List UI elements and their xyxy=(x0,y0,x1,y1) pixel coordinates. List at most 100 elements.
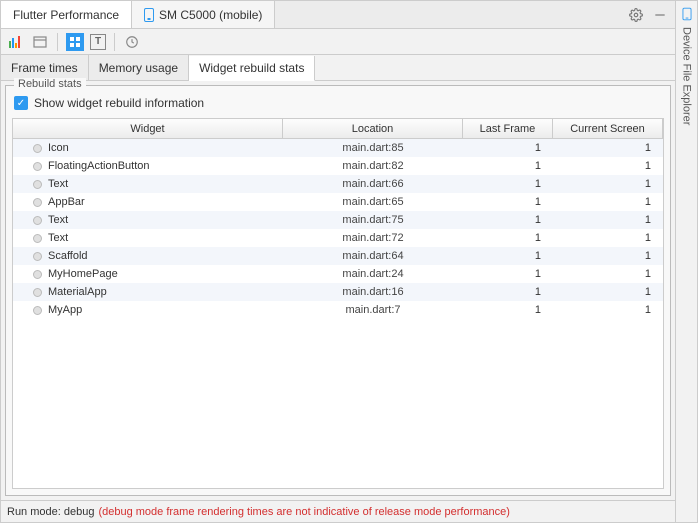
bullet-icon xyxy=(33,180,42,189)
tab-widget-rebuild-stats[interactable]: Widget rebuild stats xyxy=(189,56,315,81)
text-overlay-icon[interactable]: T xyxy=(90,34,106,50)
cell-current-screen: 1 xyxy=(553,142,663,154)
separator xyxy=(57,33,58,51)
table-row[interactable]: MyAppmain.dart:711 xyxy=(13,301,663,319)
table-row[interactable]: MaterialAppmain.dart:1611 xyxy=(13,283,663,301)
highlight-grid-icon[interactable] xyxy=(66,33,84,51)
fieldset-legend: Rebuild stats xyxy=(14,78,86,90)
tab-flutter-performance[interactable]: Flutter Performance xyxy=(1,1,132,28)
cell-current-screen: 1 xyxy=(553,286,663,298)
rebuild-table: Widget Location Last Frame Current Scree… xyxy=(12,118,664,489)
table-header: Widget Location Last Frame Current Scree… xyxy=(13,119,663,139)
table-row[interactable]: Textmain.dart:7511 xyxy=(13,211,663,229)
bullet-icon xyxy=(33,162,42,171)
cell-widget: AppBar xyxy=(13,196,283,208)
cell-location: main.dart:64 xyxy=(283,250,463,262)
tab-memory-usage[interactable]: Memory usage xyxy=(89,55,189,80)
cell-widget: Text xyxy=(13,232,283,244)
th-current-screen[interactable]: Current Screen xyxy=(553,119,663,138)
cell-widget: FloatingActionButton xyxy=(13,160,283,172)
bullet-icon xyxy=(33,198,42,207)
mobile-icon xyxy=(144,8,154,22)
cell-widget: MaterialApp xyxy=(13,286,283,298)
run-mode-label: Run mode: debug xyxy=(7,506,94,518)
bullet-icon xyxy=(33,306,42,315)
cell-widget: MyHomePage xyxy=(13,268,283,280)
bullet-icon xyxy=(33,216,42,225)
cell-last-frame: 1 xyxy=(463,160,553,172)
cell-current-screen: 1 xyxy=(553,214,663,226)
cell-widget: Icon xyxy=(13,142,283,154)
top-actions xyxy=(629,8,675,22)
table-row[interactable]: Scaffoldmain.dart:6411 xyxy=(13,247,663,265)
checkbox-label: Show widget rebuild information xyxy=(34,96,204,110)
gear-icon[interactable] xyxy=(629,8,643,22)
cell-last-frame: 1 xyxy=(463,268,553,280)
cell-widget: Scaffold xyxy=(13,250,283,262)
footer: Run mode: debug (debug mode frame render… xyxy=(1,500,675,522)
sub-tabs: Frame times Memory usage Widget rebuild … xyxy=(1,55,675,81)
th-last-frame[interactable]: Last Frame xyxy=(463,119,553,138)
toolbar: T xyxy=(1,29,675,55)
tab-label: SM C5000 (mobile) xyxy=(159,8,262,22)
cell-last-frame: 1 xyxy=(463,232,553,244)
table-row[interactable]: Textmain.dart:7211 xyxy=(13,229,663,247)
cell-current-screen: 1 xyxy=(553,268,663,280)
cell-location: main.dart:66 xyxy=(283,178,463,190)
rebuild-stats-fieldset: Rebuild stats ✓ Show widget rebuild info… xyxy=(5,85,671,496)
cell-current-screen: 1 xyxy=(553,160,663,172)
cell-current-screen: 1 xyxy=(553,250,663,262)
tab-label: Flutter Performance xyxy=(13,8,119,22)
cell-last-frame: 1 xyxy=(463,178,553,190)
cell-current-screen: 1 xyxy=(553,196,663,208)
bullet-icon xyxy=(33,234,42,243)
main-panel: Flutter Performance SM C5000 (mobile) T xyxy=(0,0,676,523)
cell-widget: Text xyxy=(13,178,283,190)
bullet-icon xyxy=(33,252,42,261)
table-row[interactable]: MyHomePagemain.dart:2411 xyxy=(13,265,663,283)
history-icon[interactable] xyxy=(123,33,141,51)
table-row[interactable]: FloatingActionButtonmain.dart:8211 xyxy=(13,157,663,175)
cell-last-frame: 1 xyxy=(463,196,553,208)
minimize-icon[interactable] xyxy=(653,8,667,22)
table-row[interactable]: Textmain.dart:6611 xyxy=(13,175,663,193)
cell-last-frame: 1 xyxy=(463,214,553,226)
window-icon[interactable] xyxy=(31,33,49,51)
cell-last-frame: 1 xyxy=(463,142,553,154)
cell-location: main.dart:24 xyxy=(283,268,463,280)
cell-location: main.dart:65 xyxy=(283,196,463,208)
chart-bars-icon[interactable] xyxy=(7,33,25,51)
content-area: Rebuild stats ✓ Show widget rebuild info… xyxy=(1,81,675,500)
show-rebuild-checkbox[interactable]: ✓ xyxy=(14,96,28,110)
run-mode-note: (debug mode frame rendering times are no… xyxy=(98,506,510,518)
tab-frame-times[interactable]: Frame times xyxy=(1,55,89,80)
table-body: Iconmain.dart:8511FloatingActionButtonma… xyxy=(13,139,663,319)
cell-current-screen: 1 xyxy=(553,304,663,316)
th-location[interactable]: Location xyxy=(283,119,463,138)
side-strip: Device File Explorer xyxy=(676,0,698,523)
cell-location: main.dart:75 xyxy=(283,214,463,226)
mobile-icon[interactable] xyxy=(682,8,691,21)
separator xyxy=(114,33,115,51)
checkbox-row: ✓ Show widget rebuild information xyxy=(12,92,664,118)
table-row[interactable]: Iconmain.dart:8511 xyxy=(13,139,663,157)
th-widget[interactable]: Widget xyxy=(13,119,283,138)
bullet-icon xyxy=(33,288,42,297)
cell-current-screen: 1 xyxy=(553,232,663,244)
cell-location: main.dart:85 xyxy=(283,142,463,154)
table-row[interactable]: AppBarmain.dart:6511 xyxy=(13,193,663,211)
cell-location: main.dart:82 xyxy=(283,160,463,172)
top-tabs: Flutter Performance SM C5000 (mobile) xyxy=(1,1,675,29)
cell-widget: MyApp xyxy=(13,304,283,316)
cell-widget: Text xyxy=(13,214,283,226)
cell-location: main.dart:72 xyxy=(283,232,463,244)
bullet-icon xyxy=(33,270,42,279)
tab-device[interactable]: SM C5000 (mobile) xyxy=(132,1,275,28)
cell-last-frame: 1 xyxy=(463,286,553,298)
bullet-icon xyxy=(33,144,42,153)
cell-last-frame: 1 xyxy=(463,250,553,262)
cell-location: main.dart:7 xyxy=(283,304,463,316)
cell-location: main.dart:16 xyxy=(283,286,463,298)
cell-current-screen: 1 xyxy=(553,178,663,190)
device-file-explorer-tab[interactable]: Device File Explorer xyxy=(681,27,693,125)
